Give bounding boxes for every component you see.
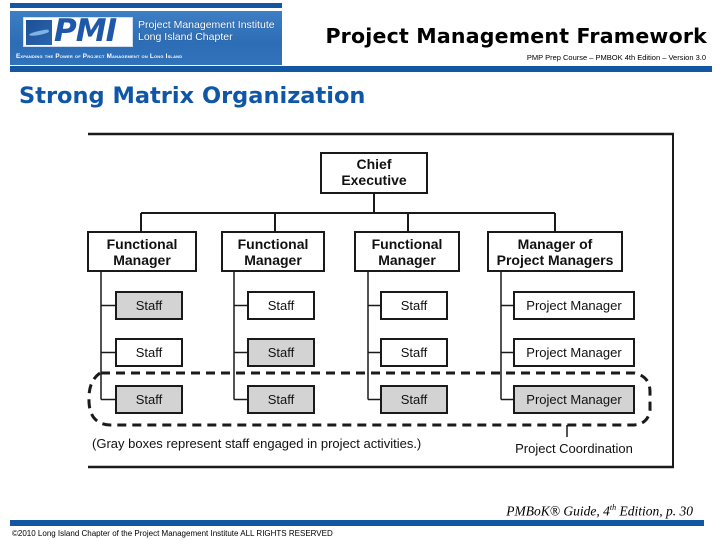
footer-divider [10, 520, 704, 526]
manager-label: Functional [238, 236, 309, 252]
staff-label: Project Manager [526, 345, 622, 360]
staff-label: Staff [401, 345, 428, 360]
staff-label: Staff [136, 392, 163, 407]
manager-label: Functional [372, 236, 443, 252]
staff-label: Staff [268, 345, 295, 360]
staff-label: Staff [136, 298, 163, 313]
staff-label: Project Manager [526, 298, 622, 313]
project-coordination-label: Project Coordination [515, 441, 633, 456]
legend-note: (Gray boxes represent staff engaged in p… [92, 436, 421, 451]
staff-label: Project Manager [526, 392, 622, 407]
chief-executive-label: Executive [341, 172, 407, 188]
staff-label: Staff [136, 345, 163, 360]
manager-label: Manager [113, 252, 171, 268]
source-citation: PMBoK® Guide, 4th Edition, p. 30 [506, 503, 693, 520]
org-chart-svg: ChiefExecutiveFunctionalManagerStaffStaf… [87, 132, 674, 469]
org-chart-figure: Chief Executive Functional Manager Staff Staf… [0, 0, 720, 540]
staff-label: Staff [268, 298, 295, 313]
manager-label: Project Managers [497, 252, 614, 268]
staff-label: Staff [401, 298, 428, 313]
manager-label: Functional [107, 236, 178, 252]
staff-label: Staff [268, 392, 295, 407]
citation-text-end: Edition, p. 30 [616, 503, 694, 519]
staff-label: Staff [401, 392, 428, 407]
manager-label: Manager of [518, 236, 593, 252]
manager-label: Manager [378, 252, 436, 268]
citation-text: PMBoK® Guide, 4 [506, 503, 610, 519]
copyright-notice: ©2010 Long Island Chapter of the Project… [12, 529, 333, 538]
chief-executive-label: Chief [357, 156, 392, 172]
manager-label: Manager [244, 252, 302, 268]
